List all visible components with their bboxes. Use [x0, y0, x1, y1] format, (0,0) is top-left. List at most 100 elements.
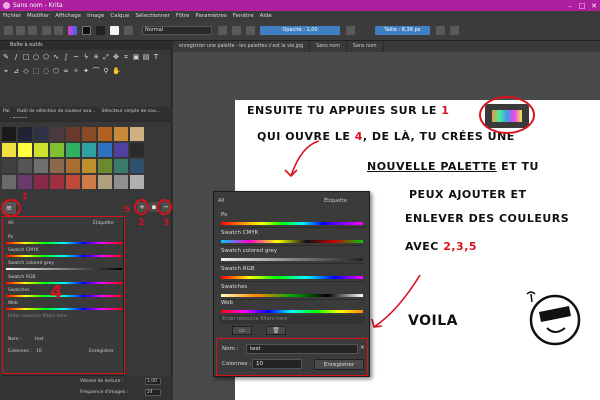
menu-selectionner[interactable]: Sélectionner	[135, 13, 169, 19]
palette-swatch[interactable]	[130, 175, 144, 189]
zoom-tool-icon[interactable]: ⚲	[102, 67, 110, 75]
menu-fichier[interactable]: Fichier	[3, 13, 21, 19]
polygon-tool-icon[interactable]: ⬠	[42, 53, 50, 61]
palette-swatch[interactable]	[82, 127, 96, 141]
transform-tool-icon[interactable]: ⤢	[102, 53, 110, 61]
dynamic-brush-icon[interactable]: ϟ	[82, 53, 90, 61]
menu-image[interactable]: Image	[87, 13, 104, 19]
palette-swatch[interactable]	[50, 143, 64, 157]
menu-affichage[interactable]: Affichage	[55, 13, 81, 19]
palette-item-ps[interactable]: Ps	[219, 210, 365, 228]
palette-swatch[interactable]	[18, 159, 32, 173]
palette-swatch[interactable]	[2, 159, 16, 173]
bezier-tool-icon[interactable]: ∫	[62, 53, 70, 61]
palette-swatch[interactable]	[82, 159, 96, 173]
popup-filter-select[interactable]: All	[218, 198, 224, 204]
measure-tool-icon[interactable]: ⊿	[12, 67, 20, 75]
palette-item-swatch-colored-grey[interactable]: Swatch colored grey	[219, 246, 365, 264]
speed-input[interactable]: 1,00	[145, 378, 161, 385]
select-poly-icon[interactable]: ⬡	[52, 67, 60, 75]
palette-item-swatch-rgb[interactable]: Swatch RGB	[219, 264, 365, 282]
palette-swatch[interactable]	[66, 143, 80, 157]
gradient-tool-icon[interactable]: ▤	[142, 53, 150, 61]
palette-swatch[interactable]	[114, 159, 128, 173]
close-icon[interactable]: ✕	[588, 2, 600, 10]
size-slider[interactable]: Taille : 8,36 px	[375, 26, 430, 35]
doc-tab-1[interactable]: enregistrer une palette - les palettes c…	[173, 41, 311, 52]
undo-icon[interactable]	[42, 26, 51, 35]
palette-swatch[interactable]	[130, 159, 144, 173]
menu-aide[interactable]: Aide	[260, 13, 272, 19]
palette-swatch[interactable]	[114, 143, 128, 157]
select-free-icon[interactable]: ∞	[62, 67, 70, 75]
eraser-mode-icon[interactable]	[218, 26, 227, 35]
menu-parametres[interactable]: Paramètres	[195, 13, 226, 19]
delete-palette-button[interactable]: 🗑	[266, 326, 286, 335]
picker-tool-icon[interactable]: ⌖	[2, 67, 10, 75]
palette-swatch[interactable]	[98, 127, 112, 141]
assistant-tool-icon[interactable]: ◇	[22, 67, 30, 75]
tab-advanced-color-selector[interactable]: Outil de sélection de couleur ava...	[14, 107, 99, 117]
mirror-horizontal-icon[interactable]	[436, 26, 445, 35]
palette-swatch[interactable]	[98, 159, 112, 173]
palette-swatch[interactable]	[98, 143, 112, 157]
fill-tool-icon[interactable]: ▣	[132, 53, 140, 61]
alpha-lock-icon[interactable]	[232, 26, 241, 35]
opacity-slider[interactable]: Opacité : 1,00	[260, 26, 340, 35]
palette-swatch[interactable]	[18, 127, 32, 141]
palette-swatch[interactable]	[34, 159, 48, 173]
flow-icon[interactable]	[346, 26, 355, 35]
palette-item-web[interactable]: Web	[219, 298, 365, 316]
palette-swatch[interactable]	[2, 127, 16, 141]
gradient-icon[interactable]	[68, 26, 77, 35]
palette-swatch[interactable]	[114, 127, 128, 141]
palette-swatch[interactable]	[18, 175, 32, 189]
minimize-icon[interactable]: –	[564, 2, 576, 10]
palette-swatch[interactable]	[2, 143, 16, 157]
open-document-icon[interactable]	[16, 26, 25, 35]
rectangle-tool-icon[interactable]: □	[22, 53, 30, 61]
palette-swatch[interactable]	[66, 127, 80, 141]
polyline-tool-icon[interactable]: ∿	[52, 53, 60, 61]
palette-swatch[interactable]	[34, 127, 48, 141]
move-tool-icon[interactable]: ✥	[112, 53, 120, 61]
select-bezier-icon[interactable]: ⌒	[92, 67, 100, 75]
palette-swatch[interactable]	[66, 175, 80, 189]
palette-swatch[interactable]	[82, 175, 96, 189]
import-palette-button[interactable]: ▭	[232, 326, 252, 335]
menu-calque[interactable]: Calque	[110, 13, 129, 19]
palette-swatch[interactable]	[130, 127, 144, 141]
blend-mode-select[interactable]: Normal	[142, 26, 212, 35]
new-document-icon[interactable]	[4, 26, 13, 35]
fps-input[interactable]: 24	[145, 389, 161, 396]
palette-swatch[interactable]	[50, 127, 64, 141]
maximize-icon[interactable]: □	[576, 2, 588, 10]
palette-swatch[interactable]	[34, 175, 48, 189]
select-rect-icon[interactable]: ⬚	[32, 67, 40, 75]
save-icon[interactable]	[28, 26, 37, 35]
palette-swatch[interactable]	[98, 175, 112, 189]
palette-swatch[interactable]	[114, 175, 128, 189]
multibrush-icon[interactable]: ✳	[92, 53, 100, 61]
select-contiguous-icon[interactable]: ✧	[72, 67, 80, 75]
ellipse-tool-icon[interactable]: ○	[32, 53, 40, 61]
palette-swatch[interactable]	[34, 143, 48, 157]
tab-simple-color-selector[interactable]: Sélecteur simple de cou...	[99, 107, 164, 117]
doc-tab-2[interactable]: Sans nom	[310, 41, 347, 52]
brush-tool-icon[interactable]: ✎	[2, 53, 10, 61]
redo-icon[interactable]	[54, 26, 63, 35]
palette-swatch[interactable]	[18, 143, 32, 157]
doc-tab-3[interactable]: Sans nom	[347, 41, 384, 52]
brush-preset-icon[interactable]	[110, 26, 119, 35]
line-tool-icon[interactable]: /	[12, 53, 20, 61]
select-ellipse-icon[interactable]: ◌	[42, 67, 50, 75]
pattern-icon[interactable]	[96, 26, 105, 35]
palette-item-swatch-cmyk[interactable]: Swatch CMYK	[219, 228, 365, 246]
reload-preset-icon[interactable]	[246, 26, 255, 35]
brush-settings-icon[interactable]	[124, 26, 133, 35]
freehand-path-icon[interactable]: ~	[72, 53, 80, 61]
menu-filtre[interactable]: Filtre	[176, 13, 190, 19]
popup-tag-select[interactable]: Étiquette	[324, 198, 347, 204]
palette-swatch[interactable]	[130, 143, 144, 157]
pan-tool-icon[interactable]: ✋	[112, 67, 121, 75]
